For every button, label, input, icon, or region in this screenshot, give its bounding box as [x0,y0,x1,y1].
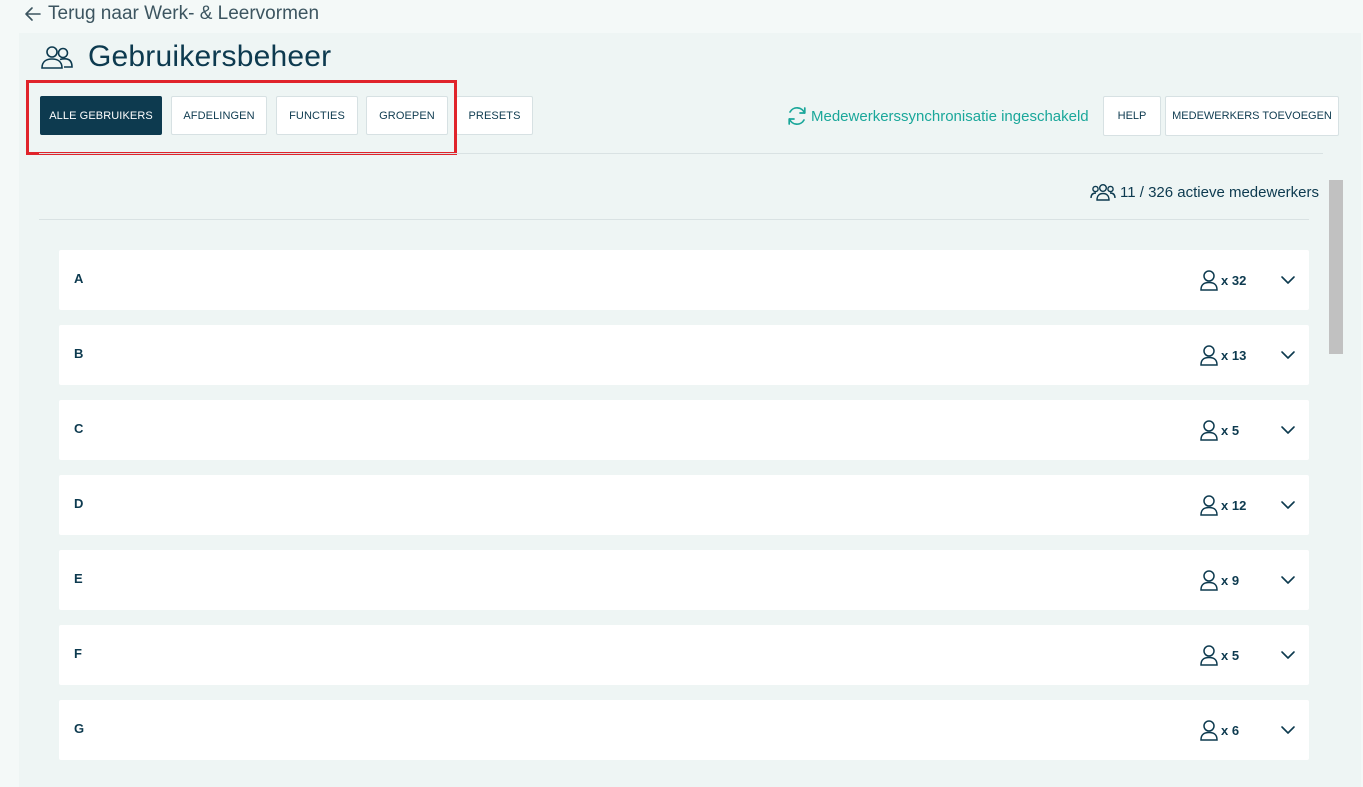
group-count: x 9 [1199,569,1239,591]
sync-label: Medewerkerssynchronisatie ingeschakeld [811,107,1089,125]
letter-group-row[interactable]: Ax 32 [59,250,1309,310]
group-icon [1090,184,1116,201]
group-count: x 32 [1199,269,1246,291]
user-icon [1200,345,1218,366]
group-count: x 12 [1199,494,1246,516]
group-count: x 6 [1199,719,1239,741]
group-letter: D [74,496,84,511]
group-count: x 13 [1199,344,1246,366]
group-letter: B [74,346,84,361]
user-icon [1200,720,1218,741]
tab-groepen[interactable]: GROEPEN [366,96,448,135]
chevron-down-icon[interactable] [1280,497,1296,513]
chevron-down-icon[interactable] [1280,347,1296,363]
letter-group-row[interactable]: Bx 13 [59,325,1309,385]
group-letter: A [74,271,84,286]
group-count: x 5 [1199,644,1239,666]
back-link-label: Terug naar Werk- & Leervormen [48,3,320,24]
group-count-value: x 5 [1221,422,1240,438]
help-button[interactable]: HELP [1103,96,1161,136]
letter-group-row[interactable]: Fx 5 [59,625,1309,685]
chevron-down-icon[interactable] [1280,722,1296,738]
tab-functies[interactable]: FUNCTIES [276,96,358,135]
group-count-value: x 13 [1221,347,1247,363]
users-icon [41,46,73,69]
user-icon [1200,570,1218,591]
active-employees-text: 11 / 326 actieve medewerkers [1120,183,1319,201]
chevron-down-icon[interactable] [1280,272,1296,288]
group-letter: E [74,571,83,586]
letter-group-row[interactable]: Cx 5 [59,400,1309,460]
group-count-value: x 6 [1221,722,1240,738]
tab-presets[interactable]: PRESETS [456,96,533,135]
summary-divider [39,219,1309,220]
tab-afdelingen[interactable]: AFDELINGEN [171,96,267,135]
page: Terug naar Werk- & Leervormen Gebruikers… [0,0,1363,787]
user-icon [1200,270,1218,291]
group-letter: F [74,646,82,661]
arrow-left-icon [25,7,41,21]
user-icon [1200,645,1218,666]
tab-alle-gebruikers[interactable]: ALLE GEBRUIKERS [40,96,162,135]
chevron-down-icon[interactable] [1280,422,1296,438]
chevron-down-icon[interactable] [1280,572,1296,588]
group-count-value: x 12 [1221,497,1247,513]
group-count-value: x 9 [1221,572,1240,588]
sync-icon [788,107,806,125]
group-count-value: x 32 [1221,272,1247,288]
back-link[interactable]: Terug naar Werk- & Leervormen [24,3,319,25]
group-letter: C [74,421,84,436]
user-icon [1200,495,1218,516]
user-icon [1200,420,1218,441]
chevron-down-icon[interactable] [1280,647,1296,663]
letter-group-row[interactable]: Dx 12 [59,475,1309,535]
group-letter: G [74,721,85,736]
group-count-value: x 5 [1221,647,1240,663]
active-employees-summary: 11 / 326 actieve medewerkers [1090,180,1319,204]
add-employees-button[interactable]: MEDEWERKERS TOEVOEGEN [1165,96,1339,136]
page-header: Gebruikersbeheer [40,38,331,76]
sync-status[interactable]: Medewerkerssynchronisatie ingeschakeld [786,103,1089,129]
letter-group-row[interactable]: Ex 9 [59,550,1309,610]
group-count: x 5 [1199,419,1239,441]
header-divider [39,153,1323,154]
page-title: Gebruikersbeheer [88,40,332,73]
scrollbar-thumb[interactable] [1329,180,1343,354]
letter-group-row[interactable]: Gx 6 [59,700,1309,760]
